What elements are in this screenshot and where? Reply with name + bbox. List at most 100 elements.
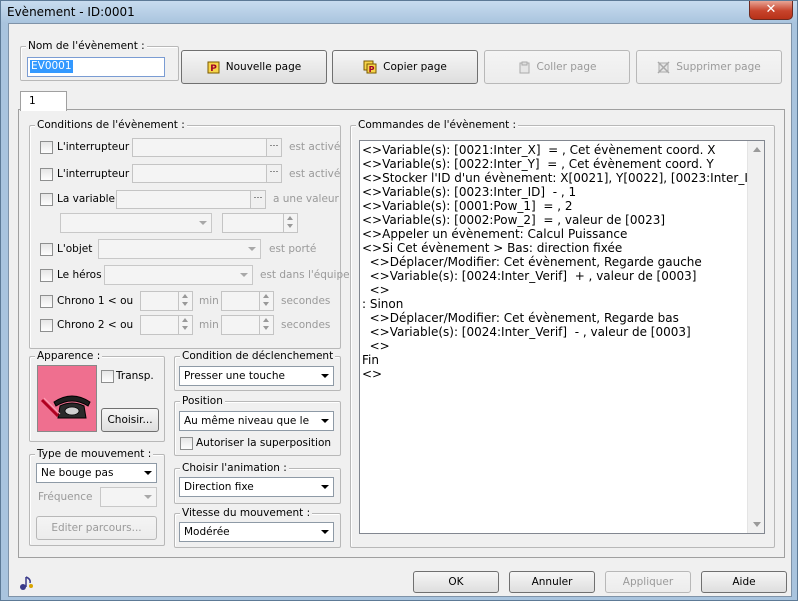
music-note-icon[interactable]: [18, 575, 36, 591]
cancel-button[interactable]: Annuler: [509, 571, 595, 593]
variable-operator-select[interactable]: [60, 213, 212, 233]
new-page-label: Nouvelle page: [225, 61, 302, 73]
trigger-select[interactable]: Presser une touche: [179, 366, 334, 386]
timer2-sec-label: secondes: [281, 319, 331, 331]
conditions-label: Conditions de l'évènement :: [35, 119, 187, 131]
command-list[interactable]: <>Variable(s): [0021:Inter_X] = , Cet év…: [359, 140, 765, 534]
dialog-client: Nom de l'évènement : EV0001 P Nouvelle p…: [8, 23, 792, 597]
timer2-minutes-stepper[interactable]: [140, 315, 193, 335]
event-name-label: Nom de l'évènement :: [26, 40, 147, 52]
spin-arrows-icon[interactable]: [178, 292, 192, 310]
ok-button[interactable]: OK: [413, 571, 499, 593]
spin-arrows-icon[interactable]: [259, 292, 273, 310]
hero-label: Le héros: [57, 269, 102, 281]
chevron-down-icon: [321, 530, 329, 534]
switch1-browse-button[interactable]: ···: [266, 139, 281, 156]
variable-label: La variable: [57, 193, 115, 205]
variable-checkbox[interactable]: [40, 193, 53, 206]
hero-suffix: est dans l'équipe: [260, 269, 350, 281]
copy-page-button[interactable]: P Copier page: [332, 50, 478, 84]
command-line[interactable]: <>: [362, 367, 747, 381]
command-line[interactable]: <>: [362, 283, 747, 297]
title-bar[interactable]: Evènement - ID:0001 ✕: [1, 1, 797, 23]
close-button[interactable]: ✕: [749, 1, 793, 20]
animation-select[interactable]: Direction fixe: [179, 477, 334, 497]
command-line[interactable]: <>Variable(s): [0002:Pow_2] = , valeur d…: [362, 213, 747, 227]
command-line[interactable]: <>Stocker l'ID d'un évènement: X[0021], …: [362, 171, 747, 185]
chevron-down-icon: [321, 374, 329, 378]
animation-label: Choisir l'animation :: [180, 462, 289, 474]
chevron-down-icon: [199, 221, 207, 225]
command-line[interactable]: <>Variable(s): [0022:Inter_Y] = , Cet év…: [362, 157, 747, 171]
command-line[interactable]: <>Variable(s): [0024:Inter_Verif] - , va…: [362, 325, 747, 339]
switch1-label: L'interrupteur: [57, 141, 130, 153]
command-line[interactable]: <>: [362, 339, 747, 353]
frequency-select[interactable]: [100, 487, 157, 507]
item-select[interactable]: [98, 239, 261, 259]
scroll-up-icon[interactable]: [753, 147, 761, 152]
command-list-scrollbar[interactable]: [747, 141, 764, 533]
timer2-label: Chrono 2 < ou: [57, 319, 134, 331]
timer1-label: Chrono 1 < ou: [57, 295, 134, 307]
timer1-minutes-stepper[interactable]: [140, 291, 193, 311]
appearance-label: Apparence :: [35, 350, 103, 362]
timer1-seconds-stepper[interactable]: [221, 291, 274, 311]
variable-value-stepper[interactable]: [222, 213, 298, 233]
overlap-checkbox[interactable]: [180, 437, 193, 450]
spin-arrows-icon[interactable]: [283, 214, 297, 232]
paste-page-button[interactable]: Coller page: [484, 50, 630, 84]
switch2-suffix: est activé: [289, 168, 341, 180]
chevron-down-icon: [321, 485, 329, 489]
hero-checkbox[interactable]: [40, 269, 53, 282]
apply-button[interactable]: Appliquer: [605, 571, 691, 593]
switch2-browse-button[interactable]: ···: [266, 165, 281, 182]
chevron-down-icon: [248, 247, 256, 251]
timer2-seconds-stepper[interactable]: [221, 315, 274, 335]
event-name-input[interactable]: EV0001: [27, 57, 165, 77]
command-line[interactable]: <>Variable(s): [0021:Inter_X] = , Cet év…: [362, 143, 747, 157]
command-line[interactable]: <>Si Cet évènement > Bas: direction fixé…: [362, 241, 747, 255]
event-name-value: EV0001: [30, 60, 73, 73]
command-line[interactable]: <>Appeler un évènement: Calcul Puissance: [362, 227, 747, 241]
event-sprite-preview[interactable]: [37, 365, 97, 432]
tab-page-1[interactable]: 1: [20, 91, 67, 111]
position-select[interactable]: Au même niveau que le: [179, 411, 334, 431]
trigger-value: Presser une touche: [184, 370, 285, 382]
switch2-label: L'interrupteur: [57, 168, 130, 180]
timer1-checkbox[interactable]: [40, 295, 53, 308]
paste-page-label: Coller page: [536, 61, 597, 73]
command-line[interactable]: <>Variable(s): [0024:Inter_Verif] + , va…: [362, 269, 747, 283]
variable-browse-button[interactable]: ···: [250, 191, 265, 208]
switch1-field[interactable]: ···: [132, 138, 282, 157]
chevron-down-icon: [144, 471, 152, 475]
scroll-down-icon[interactable]: [753, 522, 761, 527]
item-checkbox[interactable]: [40, 243, 53, 256]
movement-type-select[interactable]: Ne bouge pas: [36, 463, 157, 483]
command-line[interactable]: <>Variable(s): [0023:Inter_ID] - , 1: [362, 185, 747, 199]
new-page-button[interactable]: P Nouvelle page: [181, 50, 327, 84]
switch2-checkbox[interactable]: [40, 168, 53, 181]
speed-select[interactable]: Modérée: [179, 522, 334, 542]
frequency-label: Fréquence: [38, 491, 93, 503]
hero-select[interactable]: [104, 265, 253, 285]
switch2-field[interactable]: ···: [132, 164, 282, 183]
spin-arrows-icon[interactable]: [259, 316, 273, 334]
command-line[interactable]: <>Variable(s): [0001:Pow_1] = , 2: [362, 199, 747, 213]
variable-field[interactable]: ···: [116, 190, 266, 209]
timer2-checkbox[interactable]: [40, 319, 53, 332]
switch1-suffix: est activé: [289, 141, 341, 153]
edit-route-button[interactable]: Editer parcours...: [36, 516, 157, 540]
position-value: Au même niveau que le: [184, 415, 310, 427]
command-line[interactable]: : Sinon: [362, 297, 747, 311]
spin-arrows-icon[interactable]: [178, 316, 192, 334]
help-button[interactable]: Aide: [701, 571, 787, 593]
animation-value: Direction fixe: [184, 481, 254, 493]
copy-page-label: Copier page: [383, 61, 447, 73]
delete-page-button[interactable]: Supprimer page: [636, 50, 782, 84]
transparent-checkbox[interactable]: [101, 370, 114, 383]
command-line[interactable]: <>Déplacer/Modifier: Cet évènement, Rega…: [362, 255, 747, 269]
command-line[interactable]: Fin: [362, 353, 747, 367]
switch1-checkbox[interactable]: [40, 141, 53, 154]
choose-graphic-button[interactable]: Choisir...: [101, 408, 159, 432]
command-line[interactable]: <>Déplacer/Modifier: Cet évènement, Rega…: [362, 311, 747, 325]
